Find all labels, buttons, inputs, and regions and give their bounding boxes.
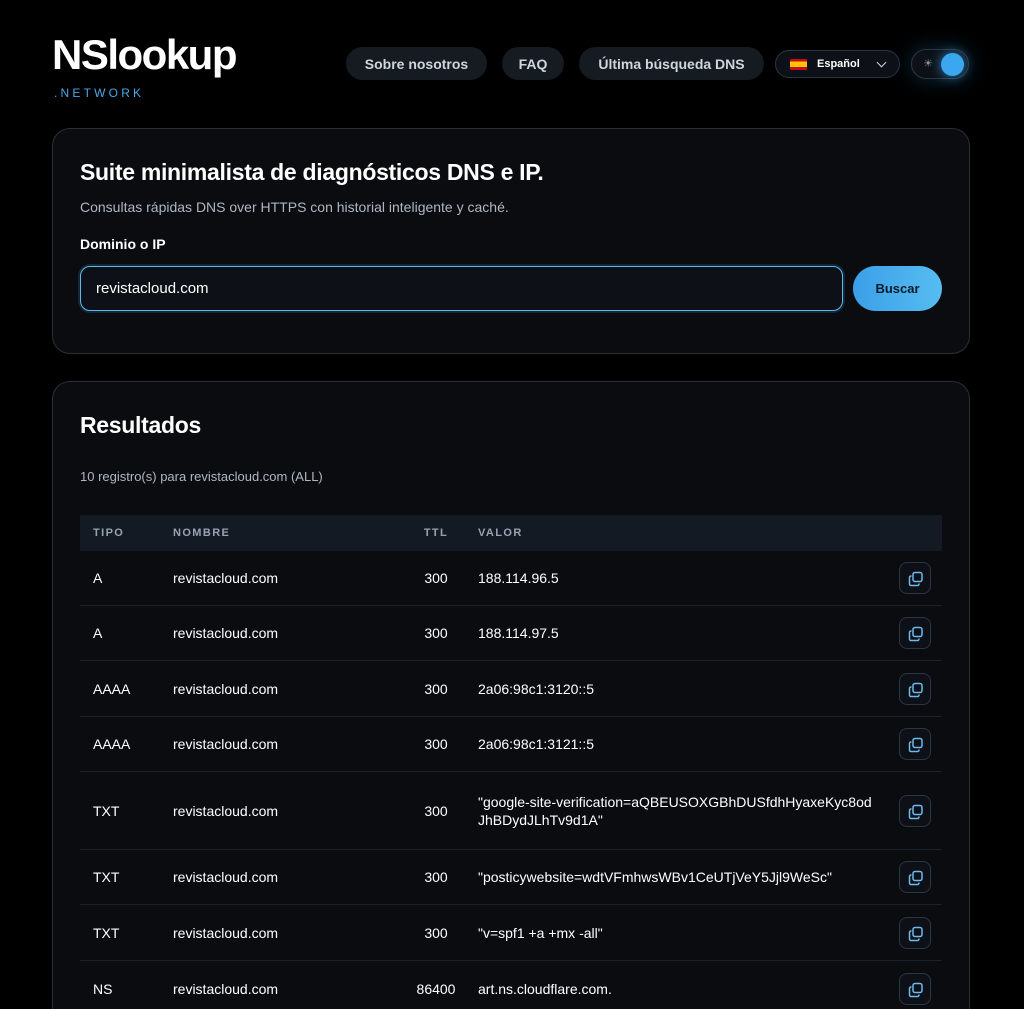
record-ttl: 300: [424, 680, 448, 697]
record-ttl: 86400: [416, 980, 456, 997]
copy-button[interactable]: [899, 617, 931, 649]
record-ttl: 300: [424, 869, 448, 885]
table-row: TXT revistacloud.com 300 "google-site-verif…: [80, 772, 942, 850]
record-value: "posticywebsite=wdtVFmhwsWBv1CeUTjVeY5Jj…: [478, 869, 832, 885]
record-type: TXT: [93, 802, 120, 819]
record-value: 2a06:98c1:3120::5: [478, 680, 594, 697]
record-type: A: [93, 570, 103, 586]
nav-last-dns-search-button[interactable]: Última búsqueda DNS: [579, 47, 764, 80]
record-name: revistacloud.com: [173, 570, 279, 586]
record-ttl: 300: [424, 736, 448, 752]
language-select[interactable]: Español: [775, 50, 900, 78]
table-header: TIPO NOMBRE TTL VALOR: [80, 515, 942, 551]
copy-button[interactable]: [899, 916, 931, 949]
copy-button[interactable]: [899, 672, 931, 705]
copy-icon: [908, 626, 923, 642]
copy-icon: [908, 571, 923, 587]
record-type: AAAA: [93, 680, 131, 697]
logo[interactable]: NSlookup .NETWORK: [52, 31, 238, 101]
sun-icon: ☀: [923, 58, 933, 70]
record-value: art.ns.cloudflare.com.: [478, 980, 612, 997]
copy-icon: [908, 926, 923, 941]
record-name: revistacloud.com: [173, 924, 279, 941]
theme-toggle[interactable]: ☀: [911, 49, 969, 79]
search-title: Suite minimalista de diagnósticos DNS e …: [80, 159, 544, 185]
record-type: AAAA: [93, 736, 131, 752]
record-name: revistacloud.com: [173, 980, 279, 997]
record-name: revistacloud.com: [173, 625, 279, 641]
chevron-down-icon: [876, 57, 887, 68]
column-header-value: VALOR: [478, 527, 523, 539]
domain-input[interactable]: [80, 266, 843, 311]
record-value: 2a06:98c1:3121::5: [478, 736, 594, 752]
record-name: revistacloud.com: [173, 869, 279, 885]
table-row: AAAA revistacloud.com 300 2a06:98c1:3120::5: [80, 661, 942, 717]
copy-icon: [908, 737, 923, 753]
record-value: 188.114.97.5: [478, 625, 559, 641]
search-subtitle: Consultas rápidas DNS over HTTPS con his…: [80, 199, 509, 215]
copy-icon: [908, 804, 923, 819]
column-header-ttl: TTL: [423, 527, 449, 539]
results-title: Resultados: [80, 412, 201, 438]
toggle-knob: [941, 53, 964, 76]
record-type: TXT: [93, 924, 120, 941]
copy-icon: [908, 682, 923, 697]
nav-about-button[interactable]: Sobre nosotros: [346, 47, 487, 80]
results-card: Resultados 10 registro(s) para revistacl…: [52, 381, 970, 1009]
record-type: NS: [93, 980, 113, 997]
results-summary: 10 registro(s) para revistacloud.com (AL…: [80, 469, 323, 484]
spain-flag-icon: [790, 58, 807, 70]
copy-icon: [908, 870, 923, 886]
nav-faq-button[interactable]: FAQ: [502, 47, 564, 80]
logo-subtitle: .NETWORK: [54, 86, 145, 100]
record-ttl: 300: [424, 625, 448, 641]
record-name: revistacloud.com: [173, 802, 279, 819]
search-button[interactable]: Buscar: [853, 266, 942, 311]
table-row: TXT revistacloud.com 300 "posticywebsite=wd…: [80, 850, 942, 905]
copy-button[interactable]: [899, 794, 931, 827]
copy-button[interactable]: [899, 861, 931, 893]
copy-button[interactable]: [899, 728, 931, 760]
column-header-type: TIPO: [93, 527, 125, 539]
record-ttl: 300: [424, 924, 448, 941]
domain-field-label: Dominio o IP: [80, 236, 166, 252]
table-row: NS revistacloud.com 86400 art.ns.cloudflare…: [80, 961, 942, 1009]
table-row: Arevistacloud.com 300 188.114.96.5: [80, 551, 942, 606]
copy-button[interactable]: [899, 562, 931, 594]
column-header-name: NOMBRE: [173, 527, 231, 539]
record-type: TXT: [93, 869, 120, 885]
record-ttl: 300: [424, 570, 448, 586]
search-card: Suite minimalista de diagnósticos DNS e …: [52, 128, 970, 354]
copy-icon: [908, 982, 923, 997]
copy-button[interactable]: [899, 972, 931, 1005]
record-name: revistacloud.com: [173, 680, 279, 697]
table-row: AAAA revistacloud.com 300 2a06:98c1:3121::5: [80, 717, 942, 772]
record-value: "v=spf1 +a +mx -all": [478, 924, 603, 941]
record-type: A: [93, 625, 103, 641]
language-label: Español: [817, 58, 860, 70]
table-row: Arevistacloud.com 300 188.114.97.5: [80, 606, 942, 661]
table-row: TXT revistacloud.com 300 "v=spf1 +a +mx -al…: [80, 905, 942, 961]
record-value: "google-site-verification=aQBEUSOXGBhDUS…: [478, 793, 872, 828]
logo-title: NSlookup: [52, 31, 238, 78]
record-value: 188.114.96.5: [478, 570, 559, 586]
results-table: TIPO NOMBRE TTL VALOR Arevistacloud.com 3…: [80, 515, 942, 1009]
record-ttl: 300: [424, 802, 448, 819]
record-name: revistacloud.com: [173, 736, 279, 752]
